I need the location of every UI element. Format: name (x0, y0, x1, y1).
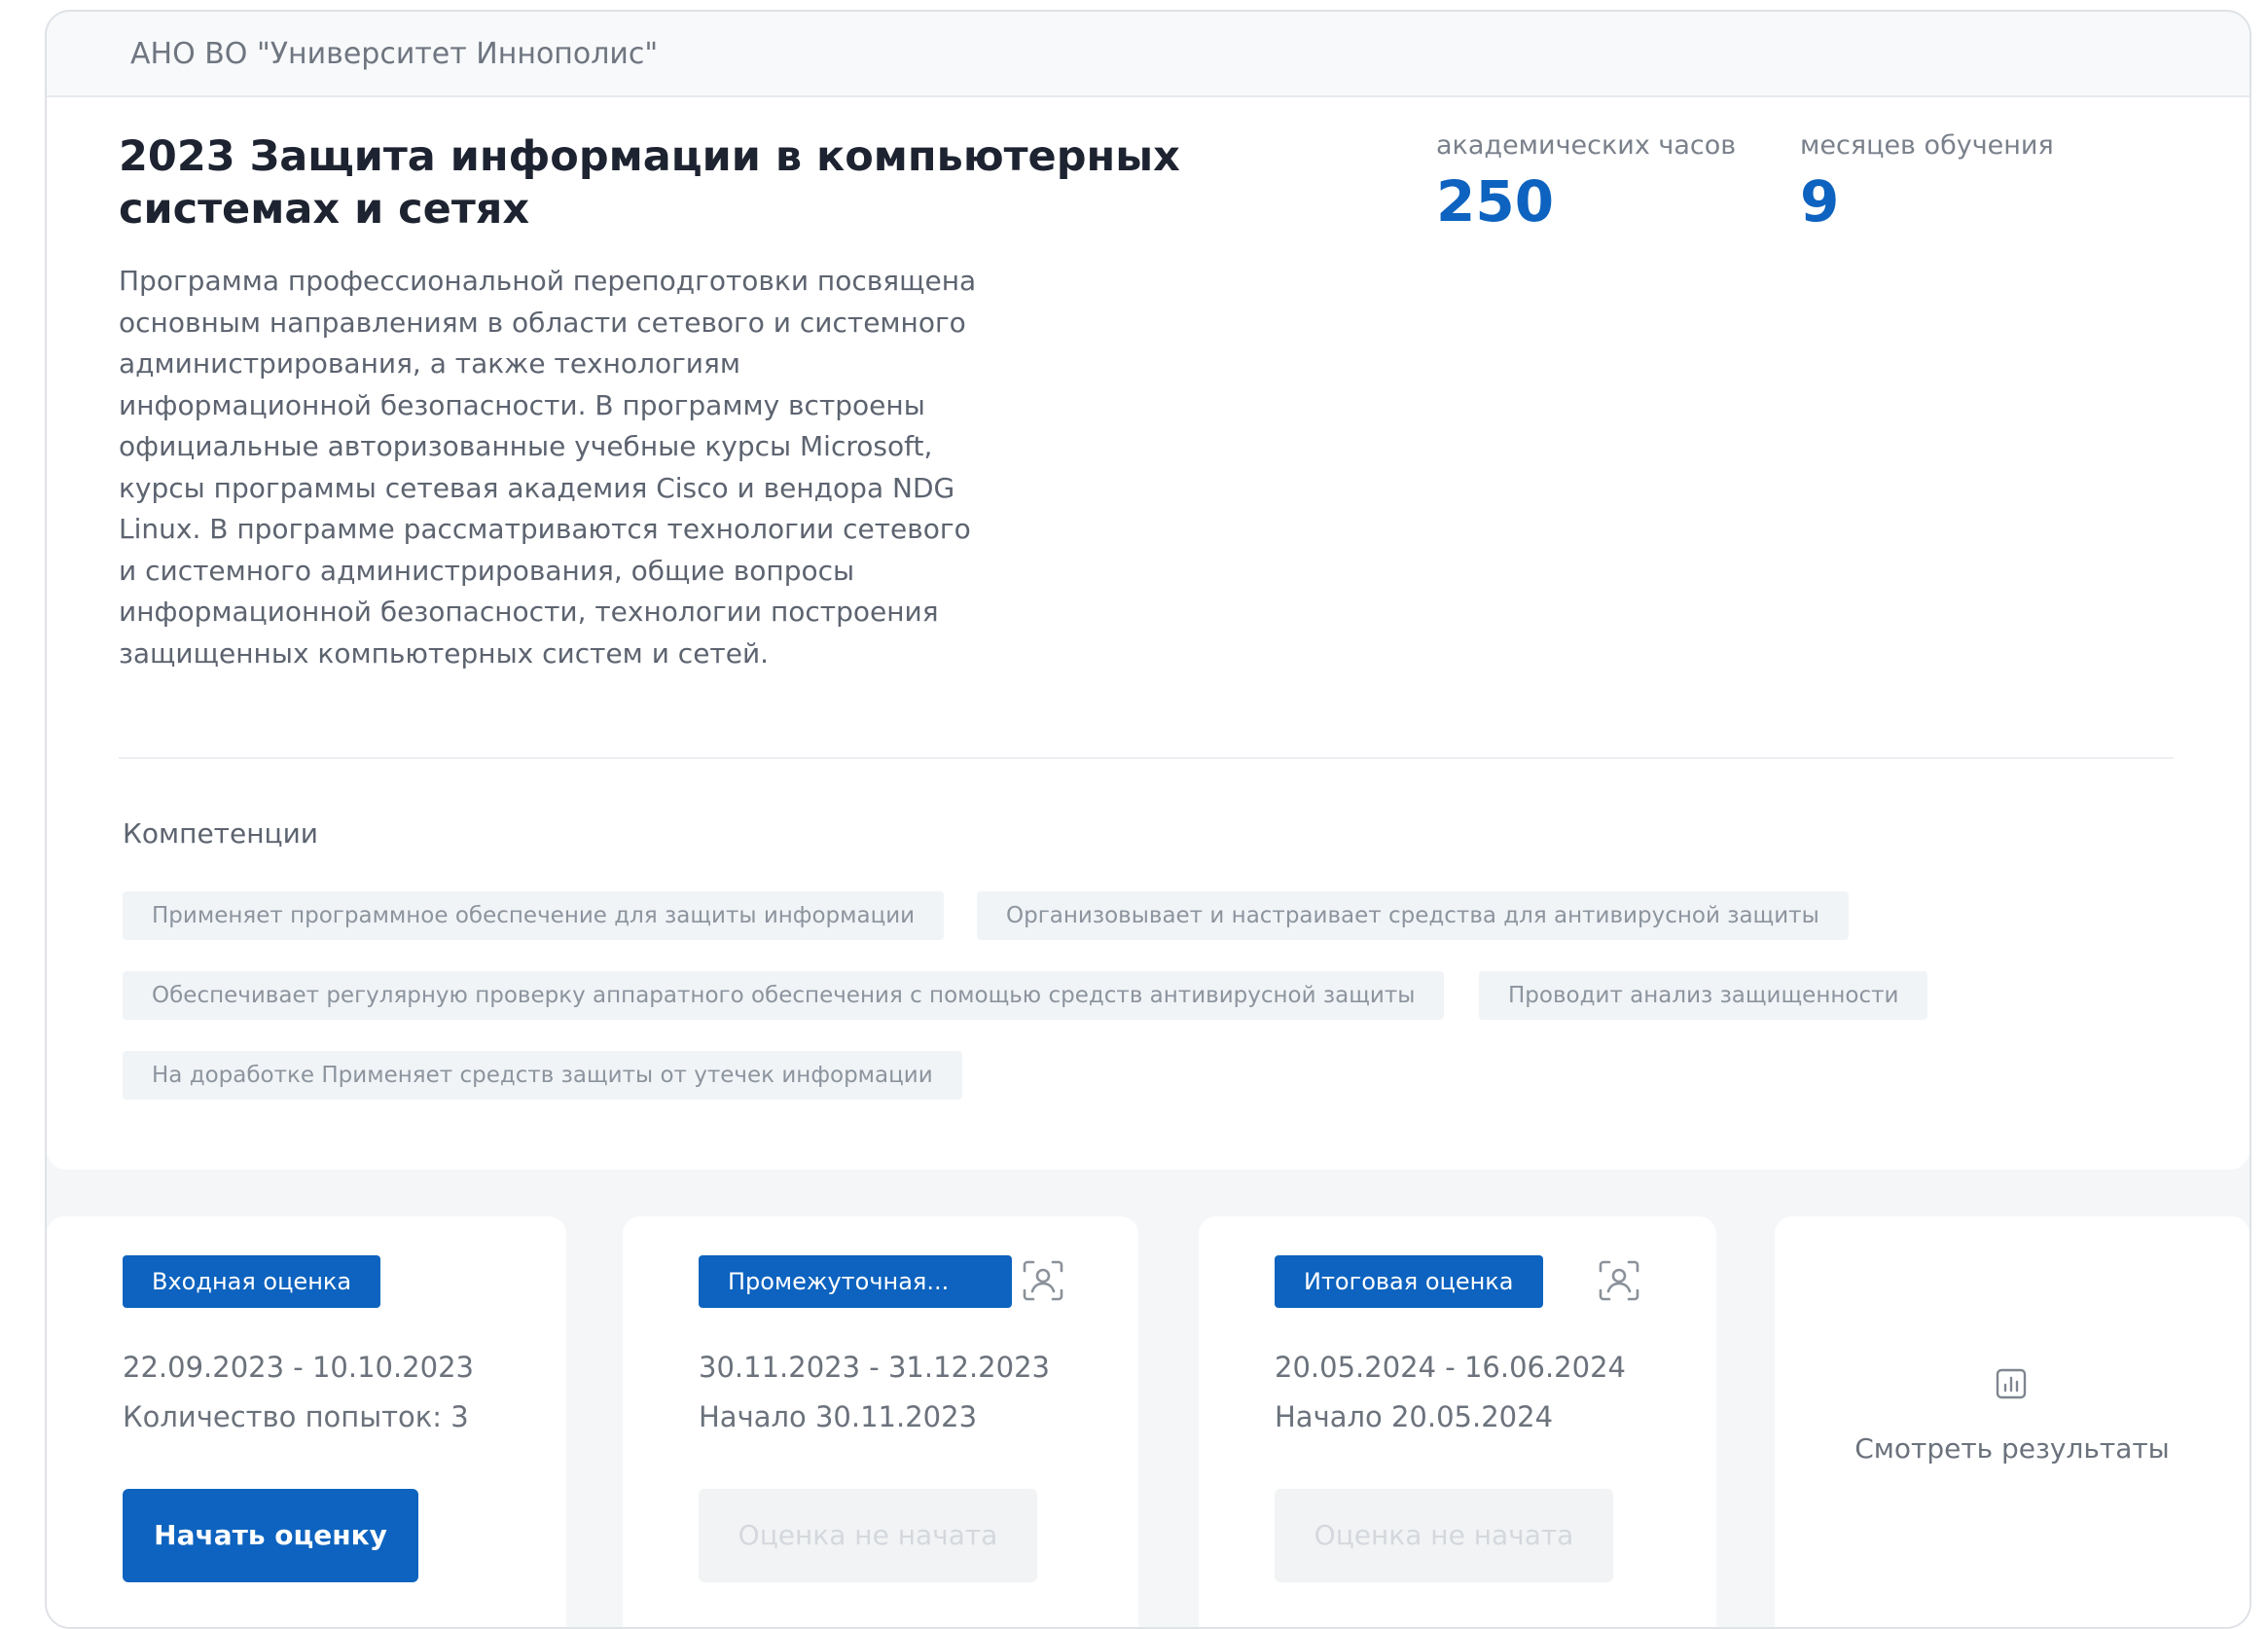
assessment-badge: Итоговая оценка (1275, 1255, 1543, 1308)
program-window: АНО ВО "Университет Иннополис" 2023 Защи… (45, 10, 2251, 1629)
organization-bar: АНО ВО "Университет Иннополис" (47, 12, 2250, 97)
stat-hours: академических часов 250 (1436, 130, 1736, 231)
assessment-badge: Промежуточная... (699, 1255, 1012, 1308)
competency-tag: Проводит анализ защищенности (1479, 971, 1928, 1020)
assessment-start: Начало 20.05.2024 (1275, 1400, 1554, 1433)
start-assessment-button[interactable]: Начать оценку (123, 1489, 418, 1582)
assessment-dates: 22.09.2023 - 10.10.2023 (123, 1351, 474, 1384)
assessment-not-started-button: Оценка не начата (1275, 1489, 1613, 1582)
competency-tag: На доработке Применяет средств защиты от… (123, 1051, 962, 1100)
competency-tag: Организовывает и настраивает средства дл… (977, 891, 1849, 940)
assessment-dates: 30.11.2023 - 31.12.2023 (699, 1351, 1050, 1384)
assessment-card-final: Итоговая оценка 20.05.2024 - 16.06.2024 … (1199, 1216, 1716, 1627)
program-title: 2023 Защита информации в компьютерных си… (119, 132, 1180, 234)
stat-months-label: месяцев обучения (1800, 130, 2054, 161)
assessment-start: Начало 30.11.2023 (699, 1400, 978, 1433)
section-divider (119, 757, 2174, 759)
stat-months: месяцев обучения 9 (1800, 130, 2054, 231)
proctoring-user-icon (1022, 1259, 1064, 1302)
assessment-dates: 20.05.2024 - 16.06.2024 (1275, 1351, 1626, 1384)
competency-tag: Обеспечивает регулярную проверку аппарат… (123, 971, 1445, 1020)
assessment-card-intermediate: Промежуточная... 30.11.2023 - 31.12.2023… (623, 1216, 1138, 1627)
program-description: Программа профессиональной переподготовк… (119, 265, 977, 670)
bar-chart-icon (1995, 1367, 2028, 1400)
program-card: 2023 Защита информации в компьютерных си… (47, 97, 2250, 1170)
assessment-card-entry: Входная оценка 22.09.2023 - 10.10.2023 К… (47, 1216, 566, 1627)
assessment-not-started-button: Оценка не начата (699, 1489, 1037, 1582)
stat-months-value: 9 (1800, 168, 1840, 235)
competencies-title: Компетенции (123, 817, 318, 850)
view-results-card[interactable]: Смотреть результаты (1775, 1216, 2250, 1627)
assessment-attempts: Количество попыток: 3 (123, 1400, 469, 1433)
stat-hours-label: академических часов (1436, 130, 1737, 161)
proctoring-user-icon (1598, 1259, 1640, 1302)
competency-tag: Применяет программное обеспечение для за… (123, 891, 945, 940)
view-results-label: Смотреть результаты (1854, 1432, 2170, 1465)
stat-hours-value: 250 (1436, 168, 1555, 235)
organization-name: АНО ВО "Университет Иннополис" (130, 37, 659, 71)
assessment-badge: Входная оценка (123, 1255, 381, 1308)
